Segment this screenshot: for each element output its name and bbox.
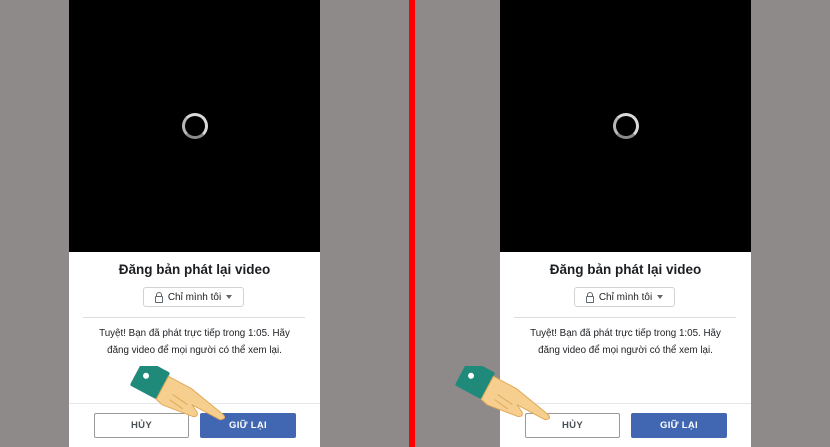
divider-line [514, 317, 736, 318]
video-preview [69, 0, 320, 252]
privacy-selector[interactable]: Chỉ mình tôi [143, 287, 244, 307]
screenshot-panel-right: Đăng bản phát lại video Chỉ mình tôi Tuy… [415, 0, 830, 447]
caret-down-icon [226, 295, 233, 299]
screenshot-panel-left: Đăng bản phát lại video Chỉ mình tôi Tuy… [0, 0, 415, 447]
loading-spinner-icon [613, 113, 639, 139]
privacy-label: Chỉ mình tôi [598, 291, 653, 303]
phone-screen: Đăng bản phát lại video Chỉ mình tôi Tuy… [69, 0, 320, 447]
keep-button[interactable]: GIỮ LẠI [631, 413, 727, 438]
cancel-button[interactable]: HỦY [94, 413, 189, 438]
lock-icon [585, 292, 594, 303]
cancel-button[interactable]: HỦY [525, 413, 620, 438]
lock-icon [154, 292, 163, 303]
loading-spinner-icon [182, 113, 208, 139]
footer-divider [500, 403, 751, 404]
caret-down-icon [657, 295, 664, 299]
divider-line [83, 317, 305, 318]
live-message: Tuyệt! Bạn đã phát trực tiếp trong 1:05.… [99, 328, 290, 356]
video-preview [500, 0, 751, 252]
privacy-label: Chỉ mình tôi [167, 291, 222, 303]
privacy-selector[interactable]: Chỉ mình tôi [574, 287, 675, 307]
live-message: Tuyệt! Bạn đã phát trực tiếp trong 1:05.… [530, 328, 721, 356]
dialog-title: Đăng bản phát lại video [118, 262, 271, 277]
keep-button[interactable]: GIỮ LẠI [200, 413, 296, 438]
dialog-title: Đăng bản phát lại video [549, 262, 702, 277]
phone-screen: Đăng bản phát lại video Chỉ mình tôi Tuy… [500, 0, 751, 447]
footer-divider [69, 403, 320, 404]
